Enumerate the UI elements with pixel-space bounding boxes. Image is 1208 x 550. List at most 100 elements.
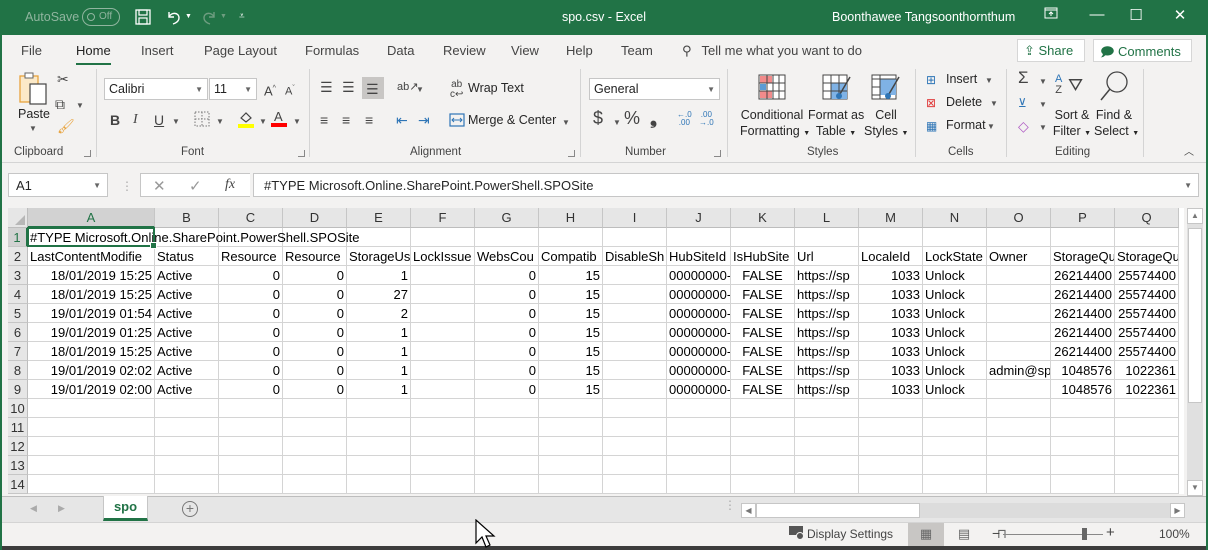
cell-d12[interactable] <box>283 437 347 456</box>
cell-d3[interactable]: 0 <box>283 266 347 285</box>
cell-c5[interactable]: 0 <box>219 304 283 323</box>
font-launcher-icon[interactable] <box>298 150 305 157</box>
scroll-left-icon[interactable]: ◀ <box>741 503 756 518</box>
cell-h13[interactable] <box>539 456 603 475</box>
cell-n5[interactable]: Unlock <box>923 304 987 323</box>
cell-l6[interactable]: https://sp <box>795 323 859 342</box>
decrease-decimal-icon[interactable]: .00 →.0 <box>699 111 714 127</box>
cell-g12[interactable] <box>475 437 539 456</box>
insert-dropdown-icon[interactable]: ▼ <box>985 76 993 85</box>
cell-o9[interactable] <box>987 380 1051 399</box>
cell-d6[interactable]: 0 <box>283 323 347 342</box>
cell-e5[interactable]: 2 <box>347 304 411 323</box>
comments-button[interactable]: 🗩 Comments <box>1093 39 1192 62</box>
cell-p3[interactable]: 26214400 <box>1051 266 1115 285</box>
number-format-select[interactable]: General ▼ <box>589 78 720 100</box>
cell-p11[interactable] <box>1051 418 1115 437</box>
zoom-slider-track[interactable] <box>1003 534 1103 535</box>
cell-h14[interactable] <box>539 475 603 494</box>
cell-o8[interactable]: admin@sp <box>987 361 1051 380</box>
column-header-p[interactable]: P <box>1051 208 1115 228</box>
cell-h12[interactable] <box>539 437 603 456</box>
tab-team[interactable]: Team <box>621 43 653 58</box>
column-header-l[interactable]: L <box>795 208 859 228</box>
cell-b5[interactable]: Active <box>155 304 219 323</box>
cell-m13[interactable] <box>859 456 923 475</box>
clipboard-launcher-icon[interactable] <box>84 150 91 157</box>
cell-l1[interactable] <box>795 228 859 247</box>
cell-m9[interactable]: 1033 <box>859 380 923 399</box>
cell-b6[interactable]: Active <box>155 323 219 342</box>
column-header-k[interactable]: K <box>731 208 795 228</box>
cell-k3[interactable]: FALSE <box>731 266 795 285</box>
cancel-icon[interactable]: ✕ <box>153 177 166 195</box>
cell-e14[interactable] <box>347 475 411 494</box>
cell-g3[interactable]: 0 <box>475 266 539 285</box>
cell-k9[interactable]: FALSE <box>731 380 795 399</box>
cell-p7[interactable]: 26214400 <box>1051 342 1115 361</box>
cell-a5[interactable]: 19/01/2019 01:54 <box>28 304 155 323</box>
underline-dropdown-icon[interactable]: ▼ <box>172 117 180 126</box>
cell-m12[interactable] <box>859 437 923 456</box>
borders-dropdown-icon[interactable]: ▼ <box>216 117 224 126</box>
font-size-select[interactable]: 11 ▼ <box>209 78 257 100</box>
font-color-dropdown-icon[interactable]: ▼ <box>293 117 301 126</box>
format-button[interactable]: Format <box>946 118 986 132</box>
cell-e7[interactable]: 1 <box>347 342 411 361</box>
row-header-3[interactable]: 3 <box>8 266 28 285</box>
cell-e4[interactable]: 27 <box>347 285 411 304</box>
cell-k10[interactable] <box>731 399 795 418</box>
cell-q9[interactable]: 1022361 <box>1115 380 1179 399</box>
cell-q4[interactable]: 25574400 <box>1115 285 1179 304</box>
cell-h3[interactable]: 15 <box>539 266 603 285</box>
cell-m1[interactable] <box>859 228 923 247</box>
row-header-1[interactable]: 1 <box>8 228 28 247</box>
cell-f1[interactable] <box>411 228 475 247</box>
cell-f7[interactable] <box>411 342 475 361</box>
cell-k12[interactable] <box>731 437 795 456</box>
column-header-m[interactable]: M <box>859 208 923 228</box>
cell-f6[interactable] <box>411 323 475 342</box>
cell-f11[interactable] <box>411 418 475 437</box>
cell-m14[interactable] <box>859 475 923 494</box>
cell-b2[interactable]: Status <box>155 247 219 266</box>
decrease-font-size-icon[interactable]: Aˇ <box>285 81 295 100</box>
merge-center-button[interactable]: Merge & Center <box>468 113 556 127</box>
horizontal-scroll-thumb[interactable] <box>756 503 920 518</box>
cell-l10[interactable] <box>795 399 859 418</box>
sort-filter-button[interactable]: Sort & Filter ▼ <box>1052 107 1092 142</box>
align-center-icon[interactable]: ≡ <box>342 112 350 128</box>
cell-a7[interactable]: 18/01/2019 15:25 <box>28 342 155 361</box>
cell-k1[interactable] <box>731 228 795 247</box>
tab-review[interactable]: Review <box>443 43 486 58</box>
cell-styles-button[interactable]: Cell Styles ▼ <box>864 107 908 142</box>
cell-j13[interactable] <box>667 456 731 475</box>
insert-function-icon[interactable]: fx <box>225 177 235 193</box>
copy-dropdown-icon[interactable]: ▼ <box>76 101 84 110</box>
cell-h7[interactable]: 15 <box>539 342 603 361</box>
cell-m4[interactable]: 1033 <box>859 285 923 304</box>
sort-filter-icon[interactable]: AZ <box>1055 74 1062 96</box>
row-header-4[interactable]: 4 <box>8 285 28 304</box>
column-header-a[interactable]: A <box>28 208 155 228</box>
cell-a10[interactable] <box>28 399 155 418</box>
cell-f2[interactable]: LockIssue <box>411 247 475 266</box>
italic-button[interactable]: I <box>133 112 138 128</box>
cell-i8[interactable] <box>603 361 667 380</box>
cell-h1[interactable] <box>539 228 603 247</box>
cell-d8[interactable]: 0 <box>283 361 347 380</box>
delete-button[interactable]: Delete <box>946 95 982 109</box>
cell-b14[interactable] <box>155 475 219 494</box>
row-header-5[interactable]: 5 <box>8 304 28 323</box>
user-name[interactable]: Boonthawee Tangsoonthornthum <box>832 10 1015 24</box>
cell-b10[interactable] <box>155 399 219 418</box>
cell-p2[interactable]: StorageQu <box>1051 247 1115 266</box>
cell-p9[interactable]: 1048576 <box>1051 380 1115 399</box>
cell-o6[interactable] <box>987 323 1051 342</box>
cell-h11[interactable] <box>539 418 603 437</box>
fill-dropdown-icon[interactable]: ▼ <box>1039 100 1047 109</box>
conditional-formatting-icon[interactable] <box>758 74 786 103</box>
cell-o1[interactable] <box>987 228 1051 247</box>
cell-q7[interactable]: 25574400 <box>1115 342 1179 361</box>
column-header-o[interactable]: O <box>987 208 1051 228</box>
